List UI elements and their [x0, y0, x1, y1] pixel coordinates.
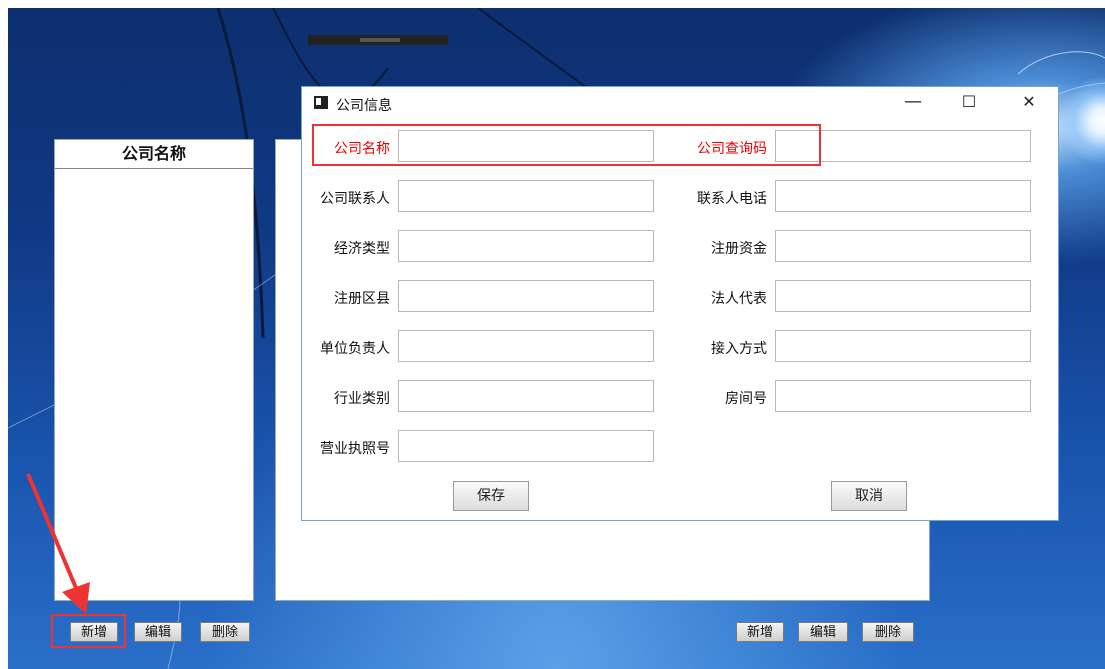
industry-category-input[interactable] [398, 380, 654, 412]
access-method-label: 接入方式 [711, 341, 767, 357]
registered-capital-input[interactable] [775, 230, 1031, 262]
room-number-input[interactable] [775, 380, 1031, 412]
industry-category-label: 行业类别 [334, 391, 390, 407]
company-list-panel[interactable]: 公司名称 [54, 139, 254, 601]
delete-button-right[interactable]: 删除 [862, 622, 914, 642]
delete-button[interactable]: 删除 [200, 622, 250, 642]
close-icon[interactable]: ✕ [1014, 91, 1044, 113]
room-number-label: 房间号 [725, 391, 767, 407]
edit-button-right[interactable]: 编辑 [798, 622, 848, 642]
business-license-label: 营业执照号 [320, 441, 390, 457]
dialog-titlebar[interactable]: 公司信息 — ☐ ✕ [302, 87, 1058, 119]
unit-manager-label: 单位负责人 [320, 341, 390, 357]
contact-phone-input[interactable] [775, 180, 1031, 212]
dark-overlay-strip [308, 35, 448, 45]
legal-representative-label: 法人代表 [711, 291, 767, 307]
access-method-input[interactable] [775, 330, 1031, 362]
dialog-title: 公司信息 [336, 98, 392, 114]
edit-button[interactable]: 编辑 [134, 622, 182, 642]
registered-capital-label: 注册资金 [711, 241, 767, 257]
unit-manager-input[interactable] [398, 330, 654, 362]
company-name-column-header: 公司名称 [55, 140, 253, 169]
registered-district-input[interactable] [398, 280, 654, 312]
maximize-icon[interactable]: ☐ [954, 91, 984, 113]
company-contact-input[interactable] [398, 180, 654, 212]
registered-district-label: 注册区县 [334, 291, 390, 307]
add-button-right[interactable]: 新增 [736, 622, 784, 642]
cancel-button[interactable]: 取消 [831, 481, 907, 511]
legal-representative-input[interactable] [775, 280, 1031, 312]
minimize-icon[interactable]: — [898, 91, 928, 113]
economic-type-input[interactable] [398, 230, 654, 262]
business-license-input[interactable] [398, 430, 654, 462]
contact-phone-label: 联系人电话 [697, 191, 767, 207]
economic-type-label: 经济类型 [334, 241, 390, 257]
save-button[interactable]: 保存 [453, 481, 529, 511]
company-contact-label: 公司联系人 [320, 191, 390, 207]
annotation-highlight-box-fields [312, 124, 821, 166]
app-icon [314, 96, 328, 109]
annotation-highlight-box [51, 614, 126, 648]
